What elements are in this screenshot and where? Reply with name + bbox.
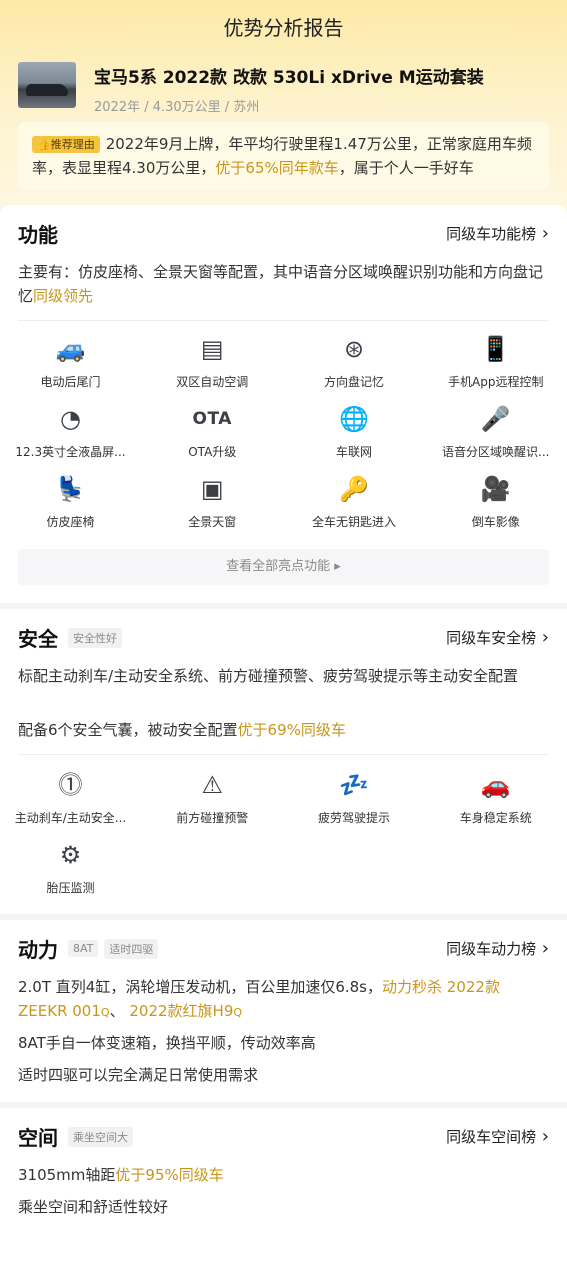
feature-label: 全景天窗 [188,515,237,529]
space-rank-link[interactable]: 同级车空间榜 [446,1126,549,1147]
safety-description-1: 标配主动刹车/主动安全系统、前方碰撞预警、疲劳驾驶提示等主动安全配置 [18,667,519,685]
divider [18,754,549,755]
feature-item[interactable]: 💤 疲劳驾驶提示 [284,771,425,826]
divider [18,320,549,321]
power-card: 动力 8AT 适时四驱 同级车动力榜 2.0T 直列4缸，涡轮增压发动机，百公里… [0,920,567,1102]
feature-label: 全车无钥匙进入 [311,515,396,529]
feature-label: 仿皮座椅 [46,515,95,529]
feature-label: 12.3英寸全液晶屏... [15,445,126,459]
feature-item[interactable]: OTA OTA升级 [142,405,283,460]
view-all-features-button[interactable]: 查看全部亮点功能 ▸ [18,549,549,585]
car-meta: 2022年 / 4.30万公里 / 苏州 [94,100,260,115]
feature-label: 疲劳驾驶提示 [317,811,390,825]
ota-icon: OTA [192,409,232,429]
feature-label: 倒车影像 [471,515,520,529]
microphone-icon: 🎤 [480,405,511,433]
recommendation-box: 👍推荐理由 2022年9月上牌，年平均行驶里程1.47万公里，正常家庭用车频率，表… [18,122,549,190]
space-description-2: 乘坐空间和舒适性较好 [18,1198,169,1216]
trunk-icon: 🚙 [55,335,86,363]
stability-icon: 🚗 [480,771,511,799]
collision-warning-icon: ⚠ [201,771,223,799]
power-description-1: 2.0T 直列4缸，涡轮增压发动机，百公里加速仅6.8s，动力秒杀 2022款Z… [18,978,500,1020]
space-title: 空间 [18,1126,58,1150]
reason-text-end: ，属于个人一手好车 [338,159,474,177]
feature-item[interactable]: ⊛ 方向盘记忆 [284,335,425,390]
feature-item[interactable]: ▣ 全景天窗 [142,475,283,530]
thumb-icon: 👍 [37,138,51,151]
brake-icon: ⓵ [58,771,83,799]
safety-card: 安全 安全性好 同级车安全榜 标配主动刹车/主动安全系统、前方碰撞预警、疲劳驾驶… [0,609,567,914]
power-description-2: 8AT手自一体变速箱，换挡平顺，传动效率高 [18,1034,316,1052]
feature-label: 主动刹车/主动安全... [14,811,127,825]
feature-item[interactable]: 📱 手机App远程控制 [425,335,566,390]
search-icon: Q [100,1006,110,1019]
feature-label: 前方碰撞预警 [176,811,249,825]
safety-rank-link[interactable]: 同级车安全榜 [446,627,549,648]
feature-item[interactable]: ⚠ 前方碰撞预警 [142,771,283,826]
feature-label: 方向盘记忆 [323,375,384,389]
seat-icon: 💺 [55,475,86,503]
keyless-icon: 🔑 [339,475,369,503]
function-description: 主要有：仿皮座椅、全景天窗等配置，其中语音分区域唤醒识别功能和方向盘记忆同级领先 [18,263,544,305]
globe-icon: 🌐 [339,405,369,433]
feature-label: 车联网 [335,445,372,459]
tire-pressure-icon: ⚙ [59,841,82,869]
feature-item[interactable]: 🔑 全车无钥匙进入 [284,475,425,530]
feature-item[interactable]: 🎥 倒车影像 [425,475,566,530]
power-tag-drive: 适时四驱 [104,938,159,959]
feature-item[interactable]: ◔ 12.3英寸全液晶屏... [0,405,141,460]
steering-wheel-icon: ⊛ [343,335,365,363]
feature-item[interactable]: 🌐 车联网 [284,405,425,460]
feature-item[interactable]: ⓵ 主动刹车/主动安全... [0,771,141,826]
feature-item[interactable]: 🎤 语音分区域唤醒识... [425,405,566,460]
feature-item[interactable]: ▤ 双区自动空调 [142,335,283,390]
feature-label: 手机App远程控制 [448,375,544,389]
car-name: 宝马5系 2022款 改款 530Li xDrive M运动套装 [94,68,484,88]
page-title: 优势分析报告 [223,16,344,40]
feature-label: 车身稳定系统 [459,811,532,825]
safety-title: 安全 [18,627,58,651]
feature-item[interactable]: ⚙ 胎压监测 [0,841,141,896]
feature-label: 语音分区域唤醒识... [442,445,550,459]
space-card: 空间 乘坐空间大 同级车空间榜 3105mm轴距优于95%同级车 乘坐空间和舒适… [0,1108,567,1264]
reverse-camera-icon: 🎥 [480,475,511,503]
ac-icon: ▤ [200,335,224,363]
power-title: 动力 [18,938,58,962]
power-tag-transmission: 8AT [68,940,99,957]
reason-highlight: 优于65%同年款车 [215,159,339,177]
car-thumbnail [18,62,76,108]
function-title: 功能 [18,223,58,247]
header-area: 优势分析报告 宝马5系 2022款 改款 530Li xDrive M运动套装 … [0,0,567,210]
fatigue-icon: 💤 [339,771,369,799]
phone-car-icon: 📱 [480,335,511,363]
space-tag: 乘坐空间大 [68,1126,133,1147]
compare-link-2[interactable]: 2022款红旗H9 [129,1002,233,1020]
feature-item[interactable]: 🚙 电动后尾门 [0,335,141,390]
feature-label: 电动后尾门 [40,375,101,389]
sunroof-icon: ▣ [200,475,224,503]
car-summary[interactable]: 宝马5系 2022款 改款 530Li xDrive M运动套装 2022年 /… [18,62,484,115]
search-icon: Q [233,1006,243,1019]
feature-label: OTA升级 [188,445,237,459]
feature-item[interactable]: 🚗 车身稳定系统 [425,771,566,826]
feature-label: 胎压监测 [46,881,95,895]
recommendation-tag: 👍推荐理由 [32,136,100,153]
power-description-3: 适时四驱可以完全满足日常使用需求 [18,1066,259,1084]
function-card: 功能 同级车功能榜 主要有：仿皮座椅、全景天窗等配置，其中语音分区域唤醒识别功能… [0,205,567,603]
feature-label: 双区自动空调 [176,375,249,389]
safety-description-2: 配备6个安全气囊，被动安全配置优于69%同级车 [18,721,346,739]
lcd-icon: ◔ [60,405,81,433]
safety-tag: 安全性好 [68,627,122,648]
feature-item[interactable]: 💺 仿皮座椅 [0,475,141,530]
space-description-1: 3105mm轴距优于95%同级车 [18,1166,224,1184]
power-rank-link[interactable]: 同级车动力榜 [446,938,549,959]
function-rank-link[interactable]: 同级车功能榜 [446,223,549,244]
